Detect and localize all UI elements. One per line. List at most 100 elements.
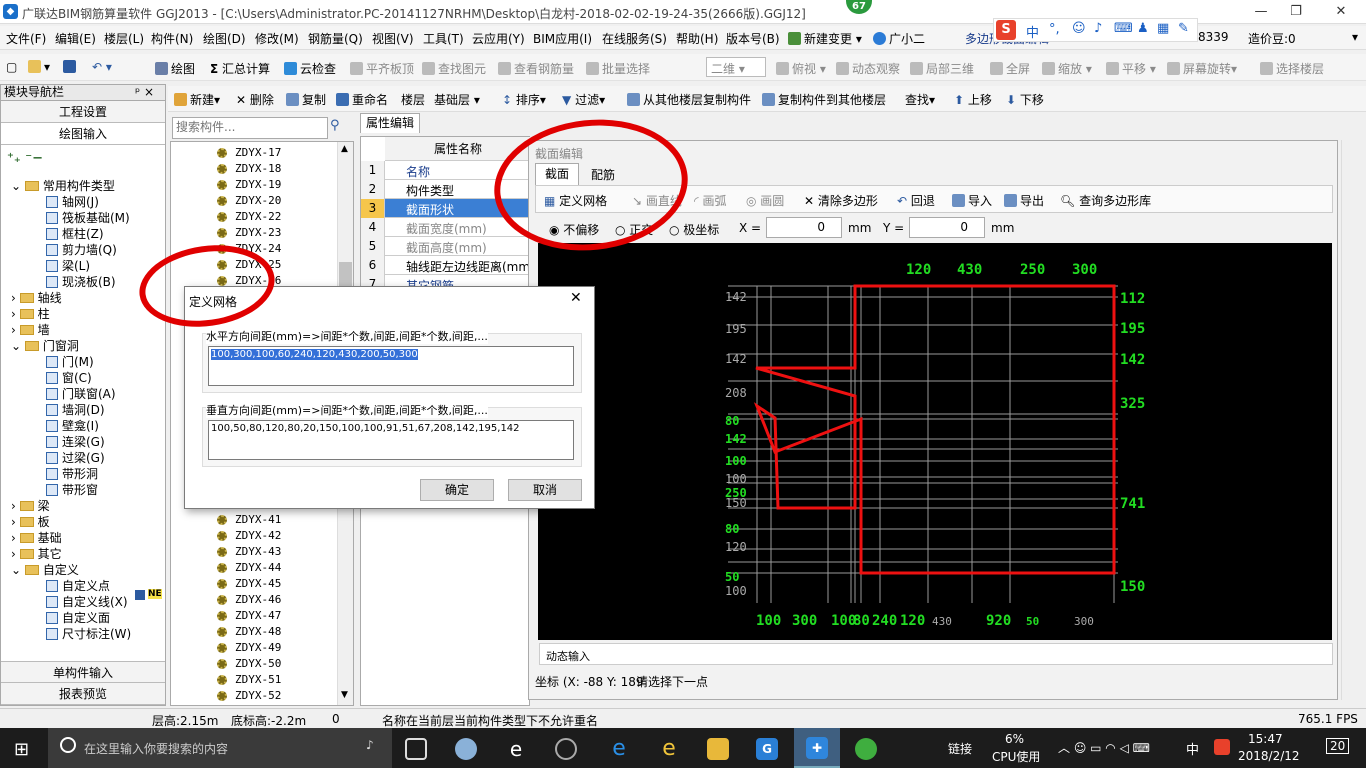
align-slab-button[interactable]: 平齐板顶 <box>350 60 414 77</box>
expand-arrow-icon[interactable]: › <box>11 291 20 305</box>
local-3d-button[interactable]: 局部三维 <box>910 60 974 77</box>
ime-punct-icon[interactable]: °, <box>1049 22 1060 37</box>
tree-item[interactable]: 过梁(G) <box>46 449 105 466</box>
tray-icons[interactable]: ︿ ☺ ▭ ◠ ◁ ⌨ <box>1058 739 1150 756</box>
menu-view[interactable]: 视图(V) <box>372 30 414 47</box>
tree-item[interactable]: › 墙 <box>11 321 50 338</box>
clock-date[interactable]: 2018/2/12 <box>1238 749 1300 763</box>
horizontal-spacing-input[interactable]: 100,300,100,60,240,120,430,200,50,300 <box>208 346 574 386</box>
component-list-item[interactable]: ZDYX-41 <box>235 513 281 526</box>
clock-time[interactable]: 15:47 <box>1248 732 1283 746</box>
editor-scrollbar[interactable] <box>1341 140 1359 700</box>
component-list-item[interactable]: ZDYX-42 <box>235 529 281 542</box>
tree-item[interactable]: ⌄ 常用构件类型 <box>11 177 115 194</box>
dialog-close-icon[interactable]: ✕ <box>570 290 582 306</box>
menu-rebar[interactable]: 钢筋量(Q) <box>308 30 363 47</box>
ime-keyboard-icon[interactable]: ⌨ <box>1114 21 1133 36</box>
tree-item[interactable]: 自定义线(X) <box>46 593 128 610</box>
fullscreen-button[interactable]: 全屏 <box>990 60 1030 77</box>
expand-arrow-icon[interactable]: › <box>11 515 20 529</box>
dynamic-observe-button[interactable]: 动态观察 <box>836 60 900 77</box>
tree-item[interactable]: ⌄ 自定义 <box>11 561 79 578</box>
open-file-icon[interactable]: ▾ <box>28 60 50 74</box>
tree-item[interactable]: 现浇板(B) <box>46 273 116 290</box>
component-list-item[interactable]: ZDYX-50 <box>235 657 281 670</box>
menu-assistant[interactable]: 广小二 <box>873 30 925 47</box>
collapse-arrow-icon[interactable]: ⌄ <box>11 339 25 353</box>
tree-item[interactable]: › 板 <box>11 513 50 530</box>
tree-item[interactable]: 墙洞(D) <box>46 401 105 418</box>
option-polar[interactable]: ○ 极坐标 <box>669 221 719 238</box>
view-mode-select[interactable]: 二维 ▾ <box>706 57 766 77</box>
expand-arrow-icon[interactable]: › <box>11 499 20 513</box>
tree-item[interactable]: ⌄ 门窗洞 <box>11 337 79 354</box>
menu-bim[interactable]: BIM应用(I) <box>533 30 592 47</box>
sogou-tray-icon[interactable] <box>1214 739 1230 755</box>
tree-item[interactable]: 梁(L) <box>46 257 90 274</box>
property-row[interactable]: 5 截面高度(mm) <box>361 237 531 256</box>
section-drawing[interactable]: 120 430 250 300 112 195 142 325 741 150 142 195 142 2… <box>538 243 1332 640</box>
expand-arrow-icon[interactable]: › <box>11 531 20 545</box>
component-list-item[interactable]: ZDYX-43 <box>235 545 281 558</box>
tree-item[interactable]: 窗(C) <box>46 369 92 386</box>
copy-to-floor-button[interactable]: 复制构件到其他楼层 <box>762 91 886 108</box>
lang-indicator[interactable]: 中 <box>1186 739 1199 758</box>
collapse-arrow-icon[interactable]: ⌄ <box>11 563 25 577</box>
component-list-item[interactable]: ZDYX-47 <box>235 609 281 622</box>
ok-button[interactable]: 确定 <box>420 479 494 501</box>
component-list-item[interactable]: ZDYX-46 <box>235 593 281 606</box>
rename-button[interactable]: 重命名 <box>336 91 388 108</box>
ie-icon[interactable]: e <box>658 738 680 760</box>
component-list-item[interactable]: ZDYX-19 <box>235 178 281 191</box>
new-button[interactable]: 新建▾ <box>174 91 220 108</box>
menu-cloud[interactable]: 云应用(Y) <box>472 30 525 47</box>
component-list-item[interactable]: ZDYX-23 <box>235 226 281 239</box>
select-floor-button[interactable]: 选择楼层 <box>1260 60 1324 77</box>
batch-select-button[interactable]: 批量选择 <box>586 60 650 77</box>
delete-button[interactable]: ✕ 删除 <box>236 91 274 108</box>
tree-item[interactable]: › 梁 <box>11 497 50 514</box>
move-up-button[interactable]: ⬆ 上移 <box>954 91 992 108</box>
tree-item[interactable]: 筏板基础(M) <box>46 209 130 226</box>
draw-arc-button[interactable]: ◜ 画弧 <box>694 192 726 209</box>
notification-icon[interactable]: 20 <box>1326 738 1350 754</box>
property-row[interactable]: 6 轴线距左边线距离(mm) <box>361 256 535 275</box>
expand-arrow-icon[interactable]: › <box>11 547 20 561</box>
close-button[interactable]: ✕ <box>1326 2 1356 22</box>
move-down-button[interactable]: ⬇ 下移 <box>1006 91 1044 108</box>
search-icon[interactable]: ⚲ <box>330 118 350 138</box>
tree-item[interactable]: › 轴线 <box>11 289 62 306</box>
summary-calc-button[interactable]: Σ 汇总计算 <box>210 60 270 77</box>
section-canvas[interactable]: 120 430 250 300 112 195 142 325 741 150 142 195 142 2… <box>538 243 1332 640</box>
query-polygon-lib-button[interactable]: 🔍︎ 查询多边形库 <box>1060 192 1151 209</box>
tree-item[interactable]: › 基础 <box>11 529 62 546</box>
menu-help[interactable]: 帮助(H) <box>676 30 718 47</box>
expand-arrow-icon[interactable]: › <box>11 323 20 337</box>
menu-floor[interactable]: 楼层(L) <box>104 30 144 47</box>
menu-tools[interactable]: 工具(T) <box>423 30 464 47</box>
new-file-icon[interactable]: ▢ <box>6 60 17 74</box>
tree-item[interactable]: › 柱 <box>11 305 50 322</box>
menu-edit[interactable]: 编辑(E) <box>55 30 96 47</box>
report-preview-button[interactable]: 报表预览 <box>1 683 165 705</box>
tree-item[interactable]: 门联窗(A) <box>46 385 116 402</box>
tree-item[interactable]: 连梁(G) <box>46 433 105 450</box>
nav-pin-close[interactable]: ᵖ × <box>135 85 154 100</box>
menu-arrow[interactable]: ▾ <box>1352 30 1358 44</box>
ime-toolbar[interactable]: S 中 °, ☺ ♪ ⌨ ♟ ▦ ✎ <box>993 18 1198 42</box>
menu-draw[interactable]: 绘图(D) <box>203 30 246 47</box>
drawing-input-button[interactable]: 绘图输入 <box>1 123 165 145</box>
dynamic-input-tab[interactable]: 动态输入 <box>539 643 1333 665</box>
component-list-item[interactable]: ZDYX-51 <box>235 673 281 686</box>
tree-item[interactable]: 自定义面 <box>46 609 110 626</box>
link-label[interactable]: 链接 <box>948 740 972 757</box>
component-list-item[interactable]: ZDYX-45 <box>235 577 281 590</box>
draw-circle-button[interactable]: ◎ 画圆 <box>746 192 784 209</box>
glodon-g-icon[interactable]: G <box>756 738 778 760</box>
tree-item[interactable]: 轴网(J) <box>46 193 99 210</box>
tree-item[interactable]: 带形洞 <box>46 465 98 482</box>
x-input[interactable]: 0 <box>766 217 842 238</box>
ime-language[interactable]: 中 <box>1026 22 1039 41</box>
search-input[interactable] <box>173 118 323 136</box>
component-list-item[interactable]: ZDYX-49 <box>235 641 281 654</box>
